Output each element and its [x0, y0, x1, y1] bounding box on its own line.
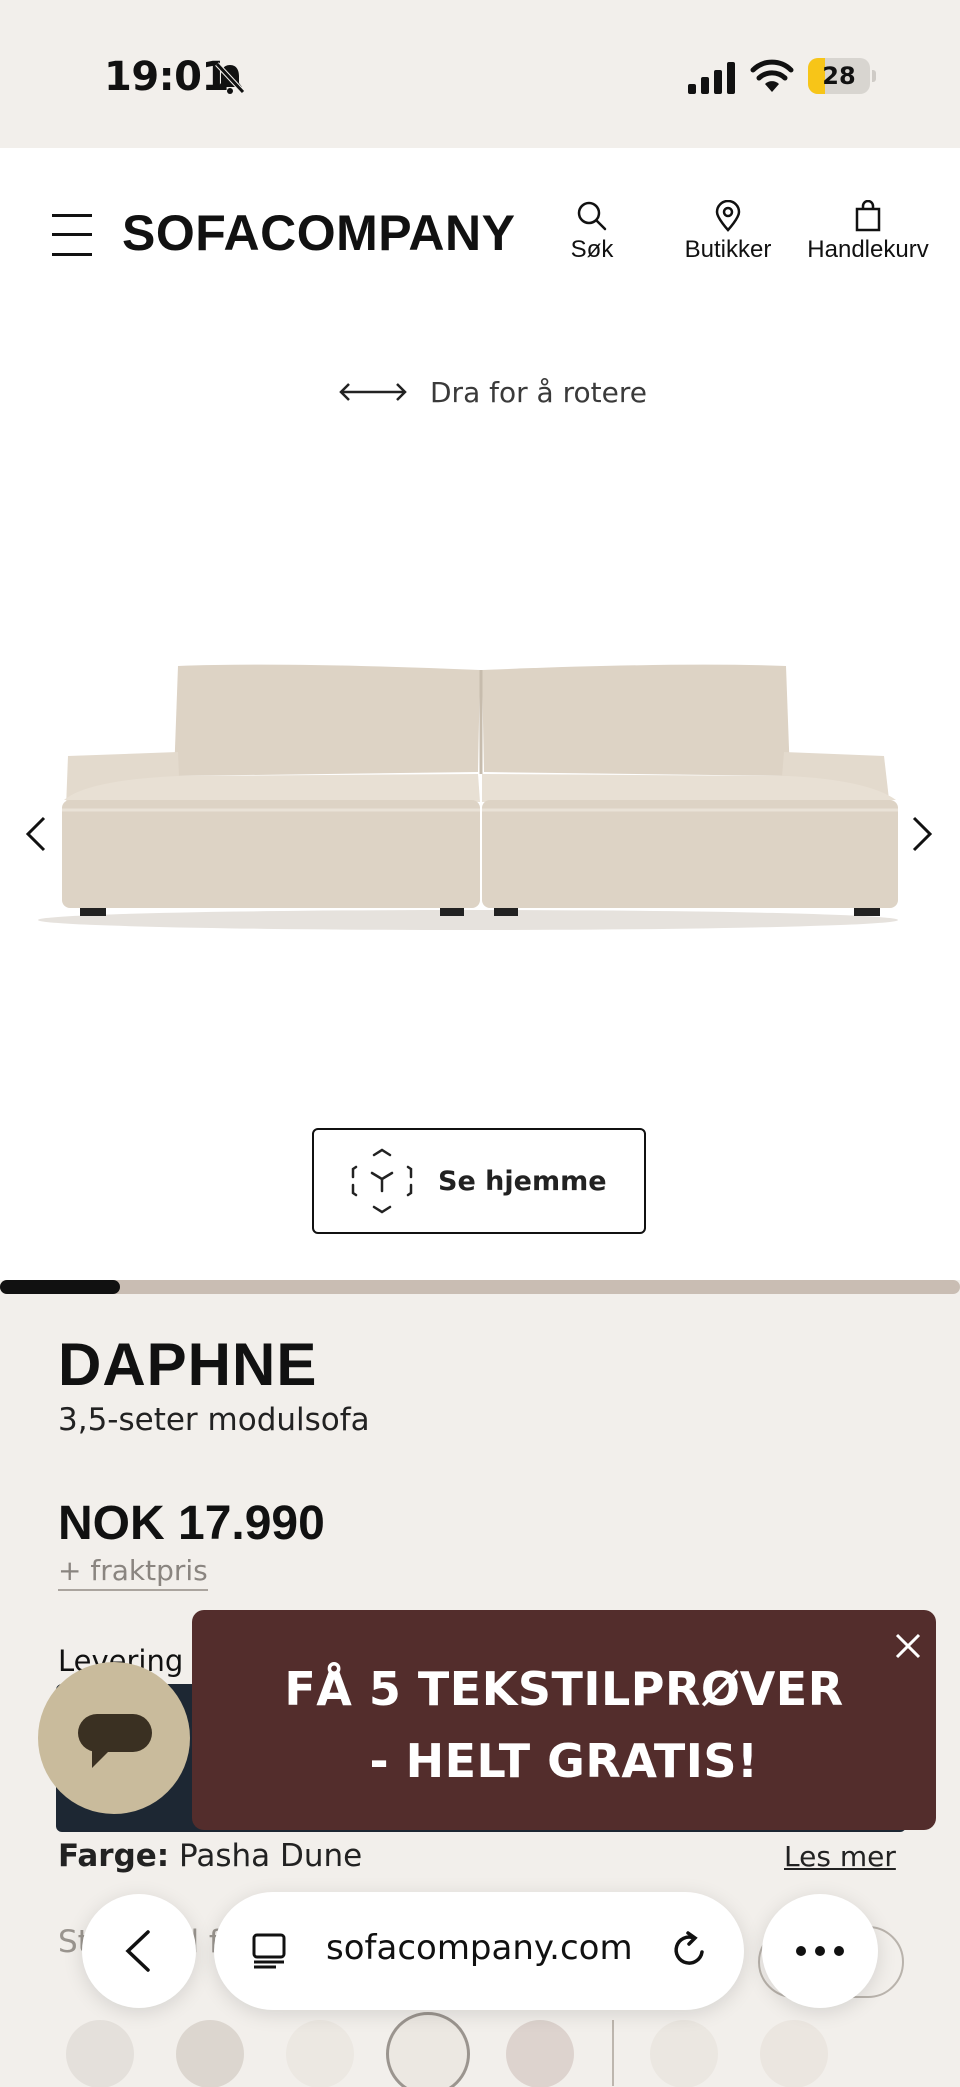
next-image-arrow[interactable]	[908, 812, 938, 856]
view-at-home-button[interactable]: Se hjemme	[312, 1128, 646, 1234]
search-button[interactable]: Søk	[556, 200, 628, 264]
swatch-divider	[612, 2020, 614, 2086]
gallery-progress-bar	[0, 1280, 960, 1294]
stores-button[interactable]: Butikker	[676, 200, 780, 264]
rotate-hint-text: Dra for å rotere	[430, 375, 647, 409]
product-name: DAPHNE	[58, 1331, 318, 1398]
view-at-home-label: Se hjemme	[438, 1165, 607, 1197]
wifi-icon	[750, 59, 794, 92]
gallery-progress-fill	[0, 1280, 120, 1294]
color-value: Pasha Dune	[179, 1838, 363, 1874]
cart-label: Handlekurv	[807, 236, 929, 263]
color-swatch-selected[interactable]	[386, 2012, 470, 2087]
sofa-product-image[interactable]	[28, 652, 908, 952]
more-dots-icon	[796, 1946, 844, 1956]
stores-label: Butikker	[684, 236, 772, 263]
battery-tip	[872, 70, 876, 82]
bell-muted-icon	[215, 62, 245, 94]
color-swatch[interactable]	[760, 2020, 828, 2087]
color-swatch[interactable]	[66, 2020, 134, 2087]
shopping-bag-icon	[855, 200, 881, 232]
promo-popup[interactable]: FÅ 5 TEKSTILPRØVER - HELT GRATIS!	[192, 1610, 936, 1830]
product-price: NOK 17.990	[58, 1497, 325, 1550]
site-header: SOFACOMPANY Søk Butikker Handlekurv	[0, 148, 960, 316]
chevron-left-icon	[125, 1930, 150, 1972]
cart-button[interactable]: Handlekurv	[800, 200, 936, 264]
color-swatch[interactable]	[650, 2020, 718, 2087]
location-pin-icon	[715, 200, 741, 232]
browser-back-button[interactable]	[82, 1894, 196, 2008]
url-text: sofacompany.com	[326, 1928, 633, 1968]
battery-body: 28	[808, 58, 870, 94]
read-more-link[interactable]: Les mer	[784, 1840, 896, 1873]
color-swatch[interactable]	[506, 2020, 574, 2087]
site-logo[interactable]: SOFACOMPANY	[122, 204, 516, 262]
ar-cube-icon	[351, 1148, 413, 1214]
product-subtitle: 3,5-seter modulsofa	[58, 1402, 370, 1438]
search-icon	[577, 201, 607, 231]
tabs-icon	[252, 1933, 286, 1969]
cellular-signal-icon	[688, 62, 735, 94]
battery-level: 28	[822, 62, 856, 90]
rotate-hint: Dra for å rotere	[338, 372, 647, 412]
reload-icon[interactable]	[670, 1930, 710, 1970]
search-label: Søk	[570, 236, 614, 263]
browser-url-bar[interactable]: sofacompany.com	[214, 1892, 744, 2010]
color-label: Farge: Pasha Dune	[58, 1838, 362, 1874]
promo-headline: FÅ 5 TEKSTILPRØVER	[284, 1662, 844, 1716]
color-swatch[interactable]	[286, 2020, 354, 2087]
battery-indicator: 28	[808, 58, 876, 94]
color-label-key: Farge:	[58, 1838, 170, 1874]
status-time: 19:01	[104, 54, 229, 100]
rotate-arrows-icon	[339, 383, 407, 401]
chat-bubble-icon	[78, 1714, 152, 1768]
chat-button[interactable]	[38, 1662, 190, 1814]
browser-more-button[interactable]	[762, 1894, 878, 2008]
color-swatch[interactable]	[176, 2020, 244, 2087]
product-viewer[interactable]: Dra for å rotere Se hjemme	[0, 316, 960, 1280]
shipping-price-link[interactable]: + fraktpris	[58, 1554, 208, 1591]
status-bar: 19:01 28	[0, 0, 960, 148]
promo-subline: - HELT GRATIS!	[369, 1734, 759, 1788]
close-icon[interactable]	[890, 1628, 926, 1664]
menu-icon[interactable]	[52, 214, 92, 256]
